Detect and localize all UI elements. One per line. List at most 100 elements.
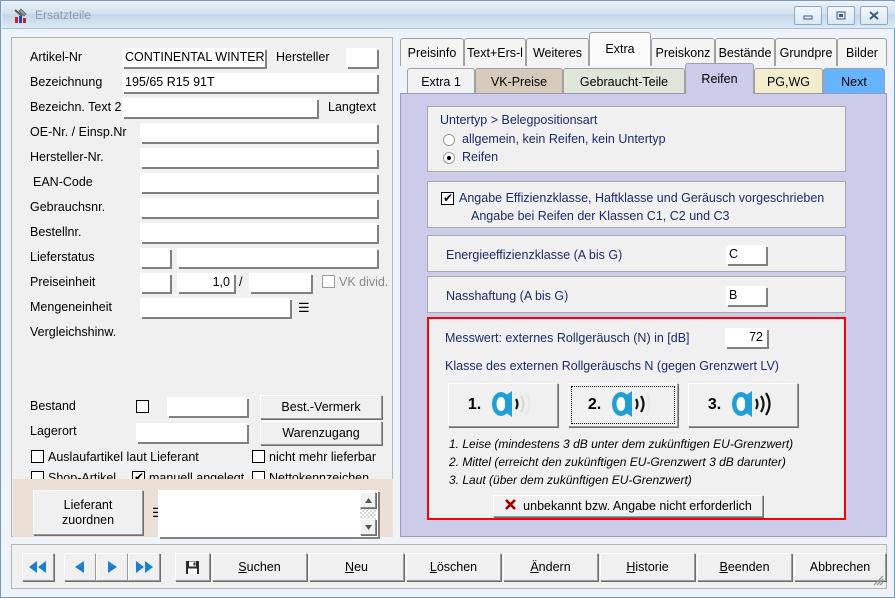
tab-text-ers[interactable]: Text+Ers-l <box>464 38 526 66</box>
bezeichn-text-2-input[interactable] <box>122 98 317 117</box>
minimize-button[interactable] <box>794 6 822 25</box>
label-hersteller-nr: Hersteller-Nr. <box>30 150 104 164</box>
list-menu-icon[interactable]: ☰ <box>298 301 310 314</box>
tab-bilder[interactable]: Bilder <box>837 38 887 66</box>
ean-code-input[interactable] <box>140 173 377 192</box>
messwert-label: Messwert: externes Rollgeräusch (N) in [… <box>445 331 690 345</box>
lieferstatus-input[interactable] <box>177 248 377 267</box>
bottom-toolbar: Suchen Neu Löschen Ändern Historie Beend… <box>11 544 887 589</box>
minimize-icon <box>803 15 813 19</box>
unbekannt-button[interactable]: unbekannt bzw. Angabe nicht erforderlich <box>493 495 763 517</box>
noise-class-1-button[interactable]: 1. <box>448 383 558 427</box>
label-vergleichshinw: Vergleichshinw. <box>30 325 117 339</box>
energieeffizienzklasse-input[interactable]: C <box>726 245 766 264</box>
lieferant-zuordnen-button[interactable]: Lieferant zuordnen <box>33 490 143 535</box>
close-icon <box>869 11 879 20</box>
radio-reifen[interactable] <box>443 152 455 164</box>
label-gebrauchsnr: Gebrauchsnr. <box>30 200 106 214</box>
arrow-right-icon <box>108 561 117 573</box>
aendern-button[interactable]: Ändern <box>503 553 598 581</box>
oe-nr-input[interactable] <box>140 123 377 142</box>
hersteller-nr-input[interactable] <box>140 148 377 167</box>
auslaufartikel-checkbox[interactable] <box>31 450 44 463</box>
lagerort-input[interactable] <box>136 423 247 442</box>
rollgeraeusch-group: Messwert: externes Rollgeräusch (N) in [… <box>427 317 846 520</box>
reifen-tab-page: Untertyp > Belegpositionsart allgemein, … <box>400 93 887 537</box>
messwert-input[interactable]: 72 <box>725 328 767 347</box>
preiseinheit-right-input[interactable] <box>249 273 311 292</box>
loeschen-button[interactable]: Löschen <box>406 553 501 581</box>
noise-legend-2: 2. Mittel (erreicht den zukünftigen EU-G… <box>449 455 786 469</box>
unbekannt-button-label: unbekannt bzw. Angabe nicht erforderlich <box>523 499 752 513</box>
scroll-down-button[interactable] <box>360 519 376 535</box>
tab-reifen[interactable]: Reifen <box>685 63 754 94</box>
label-lagerort: Lagerort <box>30 424 77 438</box>
tab-pg-wg[interactable]: PG,WG <box>754 68 823 94</box>
noise-class-3-button[interactable]: 3. <box>688 383 798 427</box>
resize-grip-icon[interactable] <box>872 574 884 586</box>
bestand-input[interactable] <box>167 397 247 416</box>
noise-legend-3: 3. Laut (über dem zukünftigen EU-Grenzwe… <box>449 473 692 487</box>
tab-weiteres[interactable]: Weiteres <box>526 38 589 66</box>
last-record-button[interactable] <box>128 553 160 581</box>
label-bestellnr: Bestellnr. <box>30 225 82 239</box>
restore-icon <box>836 11 846 20</box>
supplier-section: Lieferant zuordnen ☰ <box>13 479 393 537</box>
neu-button[interactable]: Neu <box>309 553 404 581</box>
nasshaftung-label: Nasshaftung (A bis G) <box>446 289 569 303</box>
tab-bestaende[interactable]: Bestände <box>715 38 775 66</box>
best-vermerk-button[interactable]: Best.-Vermerk <box>260 395 382 419</box>
label-artikel-nr: Artikel-Nr <box>30 50 83 64</box>
noise-class-2-button[interactable]: 2. <box>568 383 678 427</box>
hersteller-input[interactable] <box>346 48 377 67</box>
supplier-listbox[interactable] <box>158 490 378 537</box>
vorgeschrieben-line2: Angabe bei Reifen der Klassen C1, C2 und… <box>471 209 730 223</box>
noise-legend-1: 1. Leise (mindestens 3 dB unter dem zukü… <box>449 437 794 451</box>
warenzugang-button[interactable]: Warenzugang <box>260 421 382 445</box>
supplier-scrollbar[interactable] <box>360 492 376 535</box>
radio-allgemein[interactable] <box>443 134 455 146</box>
tab-next[interactable]: Next <box>823 68 885 94</box>
gebrauchsnr-input[interactable] <box>140 198 377 217</box>
tab-extra-1[interactable]: Extra 1 <box>407 68 475 94</box>
mengeneinheit-input[interactable] <box>140 298 290 317</box>
restore-button[interactable] <box>827 6 855 25</box>
lieferstatus-code-input[interactable] <box>140 248 170 267</box>
suchen-button[interactable]: Suchen <box>212 553 307 581</box>
beenden-button[interactable]: Beenden <box>697 553 792 581</box>
tab-gebraucht-teile[interactable]: Gebraucht-Teile <box>563 68 685 94</box>
scroll-up-button[interactable] <box>360 492 376 508</box>
nicht-mehr-lieferbar-checkbox[interactable] <box>252 450 265 463</box>
tab-extra[interactable]: Extra <box>589 32 651 66</box>
previous-record-button[interactable] <box>64 553 96 581</box>
bestellnr-input[interactable] <box>140 223 377 242</box>
preiseinheit-code-input[interactable] <box>140 273 170 292</box>
label-oe-nr: OE-Nr. / Einsp.Nr <box>30 125 127 139</box>
tab-vk-preise[interactable]: VK-Preise <box>475 68 563 94</box>
window-controls <box>794 6 888 25</box>
first-record-button[interactable] <box>22 553 54 581</box>
nasshaftung-input[interactable]: B <box>726 286 766 305</box>
title-bar: Ersatzteile <box>2 2 895 29</box>
save-button[interactable] <box>175 553 210 581</box>
tire-noise-icon <box>488 390 538 420</box>
next-record-button[interactable] <box>96 553 128 581</box>
tab-grundpreis[interactable]: Grundpre <box>775 38 837 66</box>
tab-preisinfo[interactable]: Preisinfo <box>400 38 464 66</box>
preiseinheit-qty-input[interactable]: 1,0 <box>177 273 234 292</box>
close-button[interactable] <box>860 6 888 25</box>
bezeichnung-input[interactable]: 195/65 R15 91T <box>122 73 377 92</box>
vk-divid-label: VK divid. <box>339 275 389 289</box>
auslaufartikel-label: Auslaufartikel laut Lieferant <box>48 450 199 464</box>
bestand-checkbox[interactable] <box>136 400 149 413</box>
tab-preiskonz[interactable]: Preiskonz <box>651 38 715 66</box>
preiseinheit-separator: / <box>239 275 243 289</box>
application-window: Ersatzteile Artikel-Nr Bezeichnung Bezei… <box>0 0 895 598</box>
vk-divid-checkbox[interactable] <box>322 275 335 288</box>
vorgeschrieben-checkbox[interactable]: ✔ <box>441 192 454 205</box>
artikel-nr-input[interactable]: CONTINENTAL WINTER <box>122 48 265 67</box>
noise-class-1-number: 1. <box>467 396 482 413</box>
historie-button[interactable]: Historie <box>600 553 695 581</box>
lieferant-zuordnen-line1: Lieferant <box>63 497 113 512</box>
label-preiseinheit: Preiseinheit <box>30 275 96 289</box>
